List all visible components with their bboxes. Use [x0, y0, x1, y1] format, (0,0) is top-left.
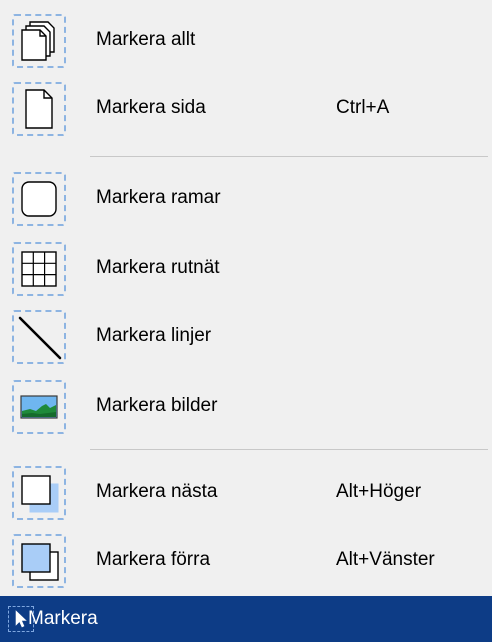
menu-item-label: Markera förra	[96, 549, 211, 570]
line-icon	[12, 310, 66, 364]
menu-item-select-lines[interactable]: Markera linjer	[0, 302, 492, 370]
next-frame-icon	[12, 466, 66, 520]
rounded-frame-icon	[12, 172, 66, 226]
menu-separator	[90, 156, 488, 157]
select-menu: Markera allt Markera sida Ctrl+A Markera…	[0, 0, 492, 596]
menu-separator	[90, 449, 488, 450]
menu-item-shortcut: Ctrl+A	[336, 97, 390, 118]
pages-stack-icon	[12, 14, 66, 68]
menu-item-select-grid[interactable]: Markera rutnät	[0, 234, 492, 302]
menu-item-label: Markera allt	[96, 29, 196, 50]
menu-item-label: Markera nästa	[96, 481, 218, 502]
menu-item-shortcut: Alt+Höger	[336, 481, 422, 502]
previous-frame-icon	[12, 534, 66, 588]
menu-item-label: Markera rutnät	[96, 257, 220, 278]
menu-item-label: Markera sida	[96, 97, 206, 118]
menu-item-select-images[interactable]: Markera bilder	[0, 372, 492, 440]
menu-item-label: Markera ramar	[96, 187, 221, 208]
menu-item-select-frames[interactable]: Markera ramar	[0, 164, 492, 232]
menu-item-select-next[interactable]: Markera nästa Alt+Höger	[0, 458, 492, 526]
menu-item-select-all[interactable]: Markera allt	[0, 6, 492, 74]
image-icon	[12, 380, 66, 434]
grid-icon	[12, 242, 66, 296]
menu-item-shortcut: Alt+Vänster	[336, 549, 435, 570]
select-toolbar-label: Markera	[28, 608, 98, 629]
select-toolbar-button[interactable]: Markera	[0, 596, 492, 642]
page-icon	[12, 82, 66, 136]
menu-item-select-previous[interactable]: Markera förra Alt+Vänster	[0, 526, 492, 594]
menu-item-label: Markera linjer	[96, 325, 212, 346]
menu-item-label: Markera bilder	[96, 395, 218, 416]
menu-item-select-page[interactable]: Markera sida Ctrl+A	[0, 74, 492, 142]
